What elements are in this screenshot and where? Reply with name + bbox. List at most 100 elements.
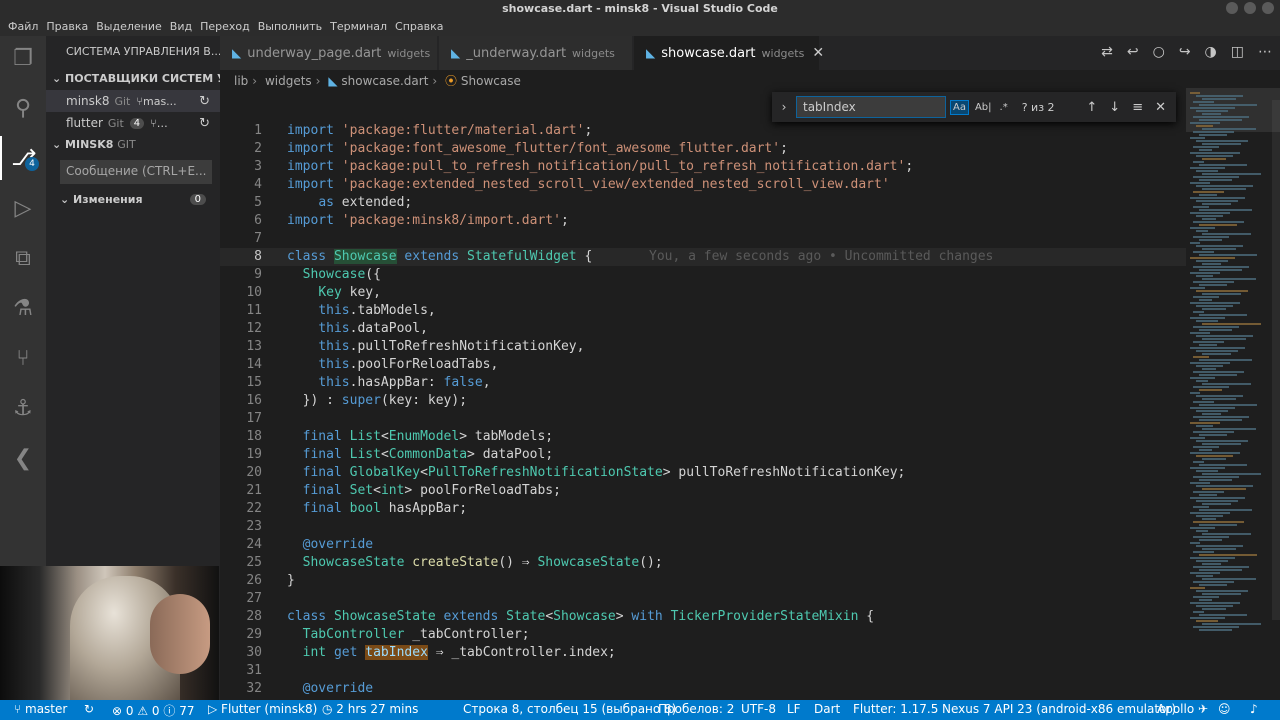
minimap-line	[1193, 476, 1239, 478]
status-encoding[interactable]: UTF-8	[741, 702, 776, 716]
commit-dot-icon[interactable]: ○	[1153, 44, 1165, 60]
minimap-line	[1193, 116, 1249, 118]
menu-terminal[interactable]: Терминал	[326, 18, 391, 36]
testing-icon[interactable]: ⚗	[0, 286, 46, 330]
status-flutter-project[interactable]: ▷ Flutter (minsk8)	[208, 702, 317, 716]
tab-underway-page[interactable]: ◣ underway_page.dart widgets	[220, 36, 438, 70]
find-in-selection-icon[interactable]: ≡	[1132, 100, 1143, 115]
minimap-line	[1196, 140, 1248, 142]
provider-minsk8[interactable]: minsk8 Git ⑂mas... ↻	[46, 90, 220, 112]
flutter-icon[interactable]: ❮	[0, 436, 46, 480]
code-editor[interactable]: 1 import 'package:flutter/material.dart';…	[220, 92, 1186, 700]
minimap-line	[1196, 440, 1248, 442]
sync-icon[interactable]: ↻	[84, 702, 94, 716]
split-editor-icon[interactable]: ◫	[1231, 44, 1244, 60]
minimap-line	[1199, 314, 1247, 316]
tab-showcase[interactable]: ◣ showcase.dart widgets ✕	[634, 36, 824, 70]
breadcrumb-file[interactable]: showcase.dart	[341, 74, 428, 88]
search-icon[interactable]: ⚲	[0, 86, 46, 130]
tab-underway[interactable]: ◣ _underway.dart widgets	[439, 36, 633, 70]
changes-header[interactable]: ⌄ Изменения 0	[46, 188, 220, 210]
find-input[interactable]	[796, 96, 946, 118]
status-indentation[interactable]: Пробелов: 2	[658, 702, 734, 716]
provider-flutter[interactable]: flutter Git 4 ⑂… ↻	[46, 112, 220, 134]
close-window-icon[interactable]	[1262, 2, 1274, 14]
minimap-line	[1199, 509, 1252, 511]
minimap-line	[1193, 101, 1214, 103]
files-icon[interactable]: ❐	[0, 36, 46, 80]
minimap-line	[1199, 389, 1222, 391]
extensions-icon[interactable]: ⧉	[0, 236, 46, 280]
git-graph-icon[interactable]: ⑂	[0, 336, 46, 380]
docker-icon[interactable]: ⚓	[0, 386, 46, 430]
minimap-line	[1190, 317, 1225, 319]
status-branch[interactable]: ⑂ master	[14, 702, 67, 716]
toggle-replace-icon[interactable]: ›	[776, 100, 792, 114]
vertical-scrollbar[interactable]	[1272, 100, 1280, 620]
notifications-icon[interactable]: ♪	[1250, 702, 1258, 716]
menu-go[interactable]: Переход	[196, 18, 254, 36]
menu-view[interactable]: Вид	[166, 18, 196, 36]
minimize-icon[interactable]	[1226, 2, 1238, 14]
minimap-line	[1193, 206, 1209, 208]
whole-word-toggle[interactable]: Ab|	[973, 101, 994, 114]
feedback-icon[interactable]: ☺	[1218, 702, 1231, 716]
sync-icon[interactable]: ↻	[199, 116, 210, 131]
commit-message-input[interactable]: Сообщение (CTRL+E...	[60, 160, 212, 184]
more-actions-icon[interactable]: ⋯	[1258, 44, 1272, 60]
previous-match-icon[interactable]: ↑	[1086, 100, 1097, 115]
code-line: 22 final bool hasAppBar;	[246, 501, 468, 516]
status-language[interactable]: Dart	[814, 702, 840, 716]
code-line: 1 import 'package:flutter/material.dart';	[254, 123, 593, 138]
minimap-line	[1199, 194, 1217, 196]
minimap-line	[1196, 110, 1228, 112]
code-line: 17	[246, 411, 262, 426]
minimap-line	[1193, 176, 1239, 178]
minimap-line	[1196, 335, 1253, 337]
close-tab-icon[interactable]: ✕	[812, 45, 824, 61]
close-find-icon[interactable]: ✕	[1155, 100, 1166, 115]
code-line: 5 as extended;	[254, 195, 413, 210]
go-forward-icon[interactable]: ↪	[1179, 44, 1191, 60]
open-changes-icon[interactable]: ⇄	[1101, 44, 1113, 60]
providers-header[interactable]: ⌄ ПОСТАВЩИКИ СИСТЕМ УП...	[46, 68, 220, 90]
source-control-icon[interactable]: ⎇ 4	[0, 136, 46, 180]
status-time[interactable]: ◷ 2 hrs 27 mins	[322, 702, 418, 716]
minimap-line	[1190, 482, 1210, 484]
minimap-line	[1202, 548, 1236, 550]
repo-header[interactable]: ⌄ MINSK8 GIT	[46, 134, 220, 156]
go-back-icon[interactable]: ↩	[1127, 44, 1139, 60]
minimap-line	[1190, 197, 1245, 199]
menu-bar: Файл Правка Выделение Вид Переход Выполн…	[0, 18, 448, 36]
match-case-toggle[interactable]: Aa	[950, 99, 969, 115]
minimap-line	[1190, 572, 1220, 574]
status-flutter-version[interactable]: Flutter: 1.17.5	[853, 702, 938, 716]
menu-file[interactable]: Файл	[4, 18, 42, 36]
breadcrumb-widgets[interactable]: widgets	[265, 74, 312, 88]
menu-help[interactable]: Справка	[391, 18, 447, 36]
status-problems[interactable]: ⊗ 0 ⚠ 0 ⓘ 77	[112, 702, 194, 719]
menu-run[interactable]: Выполнить	[254, 18, 326, 36]
minimap[interactable]	[1186, 88, 1280, 700]
breadcrumb-lib[interactable]: lib	[234, 74, 248, 88]
timeline-icon[interactable]: ◑	[1205, 44, 1217, 60]
status-apollo[interactable]: Apollo ✈	[1157, 702, 1208, 716]
status-eol[interactable]: LF	[787, 702, 801, 716]
menu-edit[interactable]: Правка	[42, 18, 92, 36]
minimap-line	[1202, 503, 1231, 505]
editor-tabs: ◣ underway_page.dart widgets ◣ _underway.…	[220, 36, 1280, 70]
maximize-icon[interactable]	[1244, 2, 1256, 14]
minimap-line	[1190, 542, 1200, 544]
status-cursor-position[interactable]: Строка 8, столбец 15 (выбрано 8)	[463, 702, 676, 716]
sync-icon[interactable]: ↻	[199, 94, 210, 109]
minimap-line	[1202, 353, 1231, 355]
regex-toggle[interactable]: .*	[998, 101, 1010, 114]
run-debug-icon[interactable]: ▷	[0, 186, 46, 230]
breadcrumb-symbol[interactable]: Showcase	[461, 74, 521, 88]
minimap-line	[1196, 155, 1233, 157]
next-match-icon[interactable]: ↓	[1109, 100, 1120, 115]
menu-selection[interactable]: Выделение	[92, 18, 166, 36]
minimap-line	[1190, 557, 1235, 559]
status-device[interactable]: Nexus 7 API 23 (android-x86 emulator)	[942, 702, 1176, 716]
title-bar: showcase.dart - minsk8 - Visual Studio C…	[0, 0, 1280, 18]
